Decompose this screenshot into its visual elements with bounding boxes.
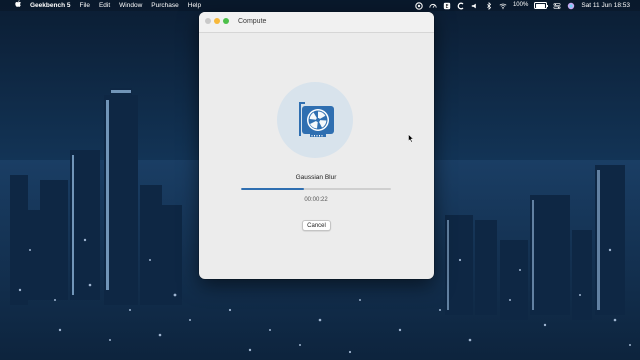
menu-purchase[interactable]: Purchase <box>151 0 178 11</box>
control-center-icon[interactable] <box>553 2 561 10</box>
window-title: Compute <box>238 18 267 25</box>
minimize-button[interactable] <box>214 18 220 24</box>
desktop: Geekbench 5 File Edit Window Purchase He… <box>0 0 640 360</box>
menu-edit[interactable]: Edit <box>99 0 110 11</box>
battery-icon[interactable] <box>534 2 549 9</box>
progress-fill <box>241 188 304 190</box>
volume-icon[interactable] <box>471 2 479 10</box>
status-tray: E 100% Sat 11 Jun 18:53 <box>415 0 630 11</box>
current-task-label: Gaussian Blur <box>295 174 337 181</box>
menu-app-name[interactable]: Geekbench 5 <box>30 0 70 11</box>
zoom-button[interactable] <box>223 18 229 24</box>
bluetooth-icon[interactable] <box>485 1 493 10</box>
menu-file[interactable]: File <box>79 0 89 11</box>
color-wheel-icon[interactable] <box>415 1 423 10</box>
elapsed-time: 00:00:22 <box>304 197 328 203</box>
menu-bar: Geekbench 5 File Edit Window Purchase He… <box>0 0 640 11</box>
gpu-card-icon <box>299 102 334 137</box>
app-badge-icon[interactable]: E <box>443 2 451 10</box>
progress-bar <box>241 188 391 190</box>
close-button[interactable] <box>205 18 211 24</box>
svg-text:E: E <box>445 4 448 10</box>
window-titlebar[interactable]: Compute <box>199 12 434 33</box>
apple-logo-icon[interactable] <box>15 0 22 12</box>
compute-window: Compute Gaussian Blur 00:00:22 Cancel <box>199 12 434 279</box>
wifi-icon[interactable] <box>499 2 507 10</box>
c-letter-icon[interactable] <box>457 2 465 10</box>
menu-window[interactable]: Window <box>119 0 142 11</box>
battery-percent: 100% <box>512 2 529 8</box>
menu-clock[interactable]: Sat 11 Jun 18:53 <box>581 0 630 11</box>
cancel-button[interactable]: Cancel <box>302 220 331 231</box>
siri-icon[interactable] <box>567 2 575 10</box>
mouse-cursor-icon <box>408 134 414 143</box>
menu-help[interactable]: Help <box>188 0 201 11</box>
gauge-icon[interactable] <box>429 2 437 10</box>
